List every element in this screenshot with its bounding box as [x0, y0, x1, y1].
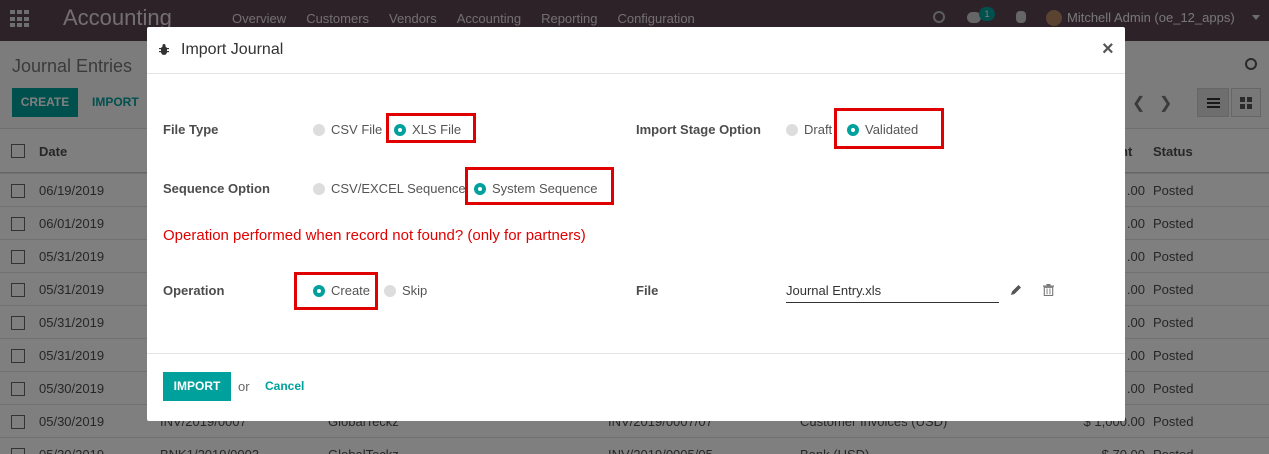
radio-label: XLS File: [412, 122, 462, 137]
dialog-title: Import Journal: [181, 41, 284, 58]
import-journal-dialog: Import Journal × File Type CSV File XLS …: [147, 27, 1125, 421]
radio-label: System Sequence: [492, 181, 598, 196]
radio-indicator[interactable]: [384, 284, 396, 297]
pencil-icon[interactable]: [1009, 283, 1023, 297]
close-icon[interactable]: ×: [1102, 38, 1114, 61]
radio-xls-file[interactable]: XLS File: [394, 122, 461, 137]
radio-create[interactable]: Create: [313, 283, 370, 298]
radio-csv-file[interactable]: CSV File: [313, 122, 382, 137]
radio-indicator-selected[interactable]: [474, 182, 486, 195]
radio-label: Validated: [865, 122, 919, 137]
operation-warning-text: Operation performed when record not foun…: [163, 227, 586, 244]
cancel-button[interactable]: Cancel: [265, 379, 304, 393]
file-input[interactable]: Journal Entry.xls: [786, 281, 999, 303]
dialog-footer: IMPORT or Cancel: [147, 353, 1125, 421]
radio-system-sequence[interactable]: System Sequence: [474, 181, 598, 196]
radio-indicator[interactable]: [786, 123, 798, 136]
import-stage-label: Import Stage Option: [636, 122, 761, 137]
radio-label: CSV File: [331, 122, 383, 137]
radio-skip[interactable]: Skip: [384, 283, 427, 298]
operation-label: Operation: [163, 283, 225, 298]
radio-label: Create: [331, 283, 371, 298]
trash-icon[interactable]: [1043, 284, 1054, 296]
radio-csv-excel-sequence[interactable]: CSV/EXCEL Sequence: [313, 181, 466, 196]
radio-indicator[interactable]: [313, 182, 325, 195]
radio-indicator-selected[interactable]: [847, 123, 859, 136]
radio-indicator[interactable]: [313, 123, 325, 136]
radio-validated[interactable]: Validated: [847, 122, 918, 137]
radio-label: Skip: [402, 283, 428, 298]
import-button[interactable]: IMPORT: [163, 372, 231, 401]
radio-label: Draft: [804, 122, 833, 137]
radio-draft[interactable]: Draft: [786, 122, 832, 137]
dialog-header: Import Journal ×: [147, 27, 1125, 74]
radio-label: CSV/EXCEL Sequence: [331, 181, 466, 196]
radio-indicator-selected[interactable]: [313, 284, 325, 297]
sequence-option-label: Sequence Option: [163, 181, 270, 196]
bug-icon: [159, 44, 169, 55]
or-text: or: [238, 379, 250, 394]
file-type-label: File Type: [163, 122, 219, 137]
radio-indicator-selected[interactable]: [394, 123, 406, 136]
file-label: File: [636, 283, 659, 298]
